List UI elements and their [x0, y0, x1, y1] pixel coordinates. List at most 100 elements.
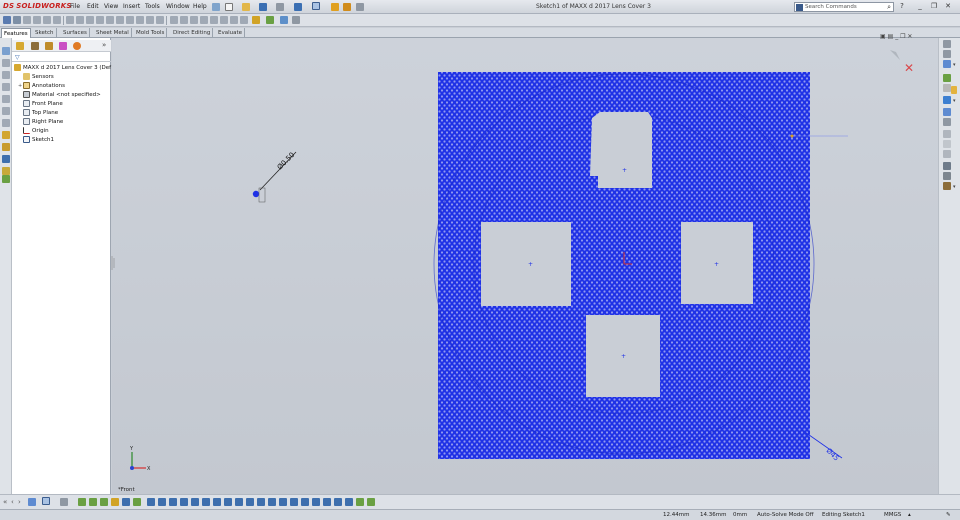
view-restore-icon[interactable]: ❐	[900, 33, 905, 40]
expand-panel-icon[interactable]: »	[102, 41, 106, 49]
menu-insert[interactable]: Insert	[123, 3, 140, 10]
panel-splitter[interactable]	[111, 256, 115, 270]
sketch-tool-3-icon[interactable]	[100, 498, 108, 506]
hide-show-icon[interactable]	[943, 150, 951, 158]
small-circle[interactable]	[252, 190, 260, 198]
sketch-tool-5-icon[interactable]	[122, 498, 130, 506]
view-orientation-icon[interactable]	[943, 60, 951, 68]
extrude-icon[interactable]	[3, 16, 11, 24]
circle-icon[interactable]	[210, 16, 218, 24]
line-icon[interactable]	[190, 16, 198, 24]
restore-button[interactable]: ❐	[930, 2, 938, 11]
trim-icon[interactable]	[240, 16, 248, 24]
lens-cutout-left[interactable]	[481, 222, 571, 306]
lens-cutout-top[interactable]	[590, 112, 652, 188]
appearances-icon[interactable]	[943, 108, 951, 116]
dimension-label-large[interactable]: Ø45	[825, 447, 841, 463]
view-icon[interactable]	[2, 71, 10, 79]
select-icon[interactable]	[312, 2, 320, 10]
sketch-tool-9-icon[interactable]	[169, 498, 177, 506]
dropdown-icon[interactable]: ▾	[953, 184, 957, 192]
checked-icon[interactable]	[2, 175, 10, 183]
confirmation-corner[interactable]: ✕	[890, 50, 914, 75]
options-icon[interactable]	[356, 3, 364, 11]
chamfer-icon[interactable]	[53, 16, 61, 24]
tab-evaluate[interactable]: Evaluate	[216, 28, 246, 38]
section-view-icon[interactable]	[943, 130, 951, 138]
display-icon[interactable]	[2, 95, 10, 103]
curves-icon[interactable]	[146, 16, 154, 24]
appearance-icon[interactable]	[2, 119, 10, 127]
tab-mold-tools[interactable]: Mold Tools	[134, 28, 168, 38]
rebuild-status-icon[interactable]: ✎	[946, 512, 951, 518]
menu-help[interactable]: Help	[193, 3, 207, 10]
design-library-icon[interactable]	[943, 74, 951, 82]
instant3d-icon[interactable]	[156, 16, 164, 24]
hole-icon[interactable]	[96, 16, 104, 24]
sketch-tool-21-icon[interactable]	[301, 498, 309, 506]
sketch-tool-16-icon[interactable]	[246, 498, 254, 506]
sketch-tool-19-icon[interactable]	[279, 498, 287, 506]
display-manager-tab-icon[interactable]	[73, 42, 81, 50]
menu-file[interactable]: File	[70, 3, 80, 10]
menu-tools[interactable]: Tools	[145, 3, 160, 10]
sketch-quick-icon[interactable]	[78, 498, 86, 506]
edit-appearance-icon[interactable]	[943, 162, 951, 170]
dimxpert-tab-icon[interactable]	[59, 42, 67, 50]
feature-icon[interactable]	[2, 107, 10, 115]
view-minimize-icon[interactable]: _	[895, 33, 898, 40]
save-icon[interactable]	[259, 3, 267, 11]
graphics-area[interactable]: + + + + Ø0.50 Ø45 Y X ✕ *Front	[112, 38, 938, 494]
section-icon[interactable]	[2, 83, 10, 91]
pin-icon[interactable]	[212, 3, 220, 11]
tool-icon[interactable]	[2, 167, 10, 175]
relations-side-icon[interactable]	[2, 143, 10, 151]
rectangle-icon[interactable]	[200, 16, 208, 24]
sketch-tool-23-icon[interactable]	[323, 498, 331, 506]
dimension-label-small[interactable]: Ø0.50	[276, 151, 297, 172]
minimize-button[interactable]: _	[916, 2, 924, 11]
zoom-to-fit-icon[interactable]	[943, 40, 951, 48]
dropdown-icon[interactable]: ▾	[953, 62, 957, 70]
arc-icon[interactable]	[220, 16, 228, 24]
scene-icon[interactable]	[943, 172, 951, 180]
view-close-icon[interactable]: ✕	[907, 33, 912, 40]
tab-surfaces[interactable]: Surfaces	[61, 28, 90, 38]
feature-tree-tab-icon[interactable]	[16, 42, 24, 50]
status-units[interactable]: MMGS	[884, 512, 901, 518]
smart-dimension-side-icon[interactable]	[2, 131, 10, 139]
status-solve-mode[interactable]: Auto-Solve Mode Off	[757, 512, 813, 518]
undo-icon[interactable]	[294, 3, 302, 11]
tab-features[interactable]: Features	[1, 28, 31, 38]
tab-sheet-metal[interactable]: Sheet Metal	[94, 28, 132, 38]
sketch-tool-13-icon[interactable]	[213, 498, 221, 506]
sketch-tool-15-icon[interactable]	[235, 498, 243, 506]
shell-icon[interactable]	[76, 16, 84, 24]
sketch-plane-icon[interactable]	[2, 59, 10, 67]
draft-icon[interactable]	[86, 16, 94, 24]
smart-dimension-icon[interactable]	[180, 16, 188, 24]
tree-item-front-plane[interactable]: Front Plane	[18, 100, 63, 109]
sketch-tool-17-icon[interactable]	[257, 498, 265, 506]
sketch-tool-18-icon[interactable]	[268, 498, 276, 506]
sketch-tool-27-icon[interactable]	[367, 498, 375, 506]
help-button[interactable]: ?	[898, 2, 906, 11]
linear-pattern-icon[interactable]	[106, 16, 114, 24]
sketch-tool-12-icon[interactable]	[202, 498, 210, 506]
repair-sketch-icon[interactable]	[280, 16, 288, 24]
folder-icon[interactable]	[951, 86, 957, 94]
tree-item-origin[interactable]: Origin	[18, 127, 49, 136]
tab-sketch[interactable]: Sketch	[33, 28, 57, 38]
sketch-tool-icon[interactable]	[170, 16, 178, 24]
configuration-tab-icon[interactable]	[45, 42, 53, 50]
sketch-tool-11-icon[interactable]	[191, 498, 199, 506]
file-properties-icon[interactable]	[343, 3, 351, 11]
reference-geometry-icon[interactable]	[136, 16, 144, 24]
tree-filter[interactable]: ▽	[12, 53, 111, 62]
filter-icon[interactable]: ▽	[15, 54, 20, 61]
sketch-tool-22-icon[interactable]	[312, 498, 320, 506]
search-input[interactable]: Search Commands ⌕	[794, 2, 894, 12]
mirror-icon[interactable]	[126, 16, 134, 24]
sketch-tool-2-icon[interactable]	[89, 498, 97, 506]
view-split-icon[interactable]: ▤	[888, 33, 894, 40]
